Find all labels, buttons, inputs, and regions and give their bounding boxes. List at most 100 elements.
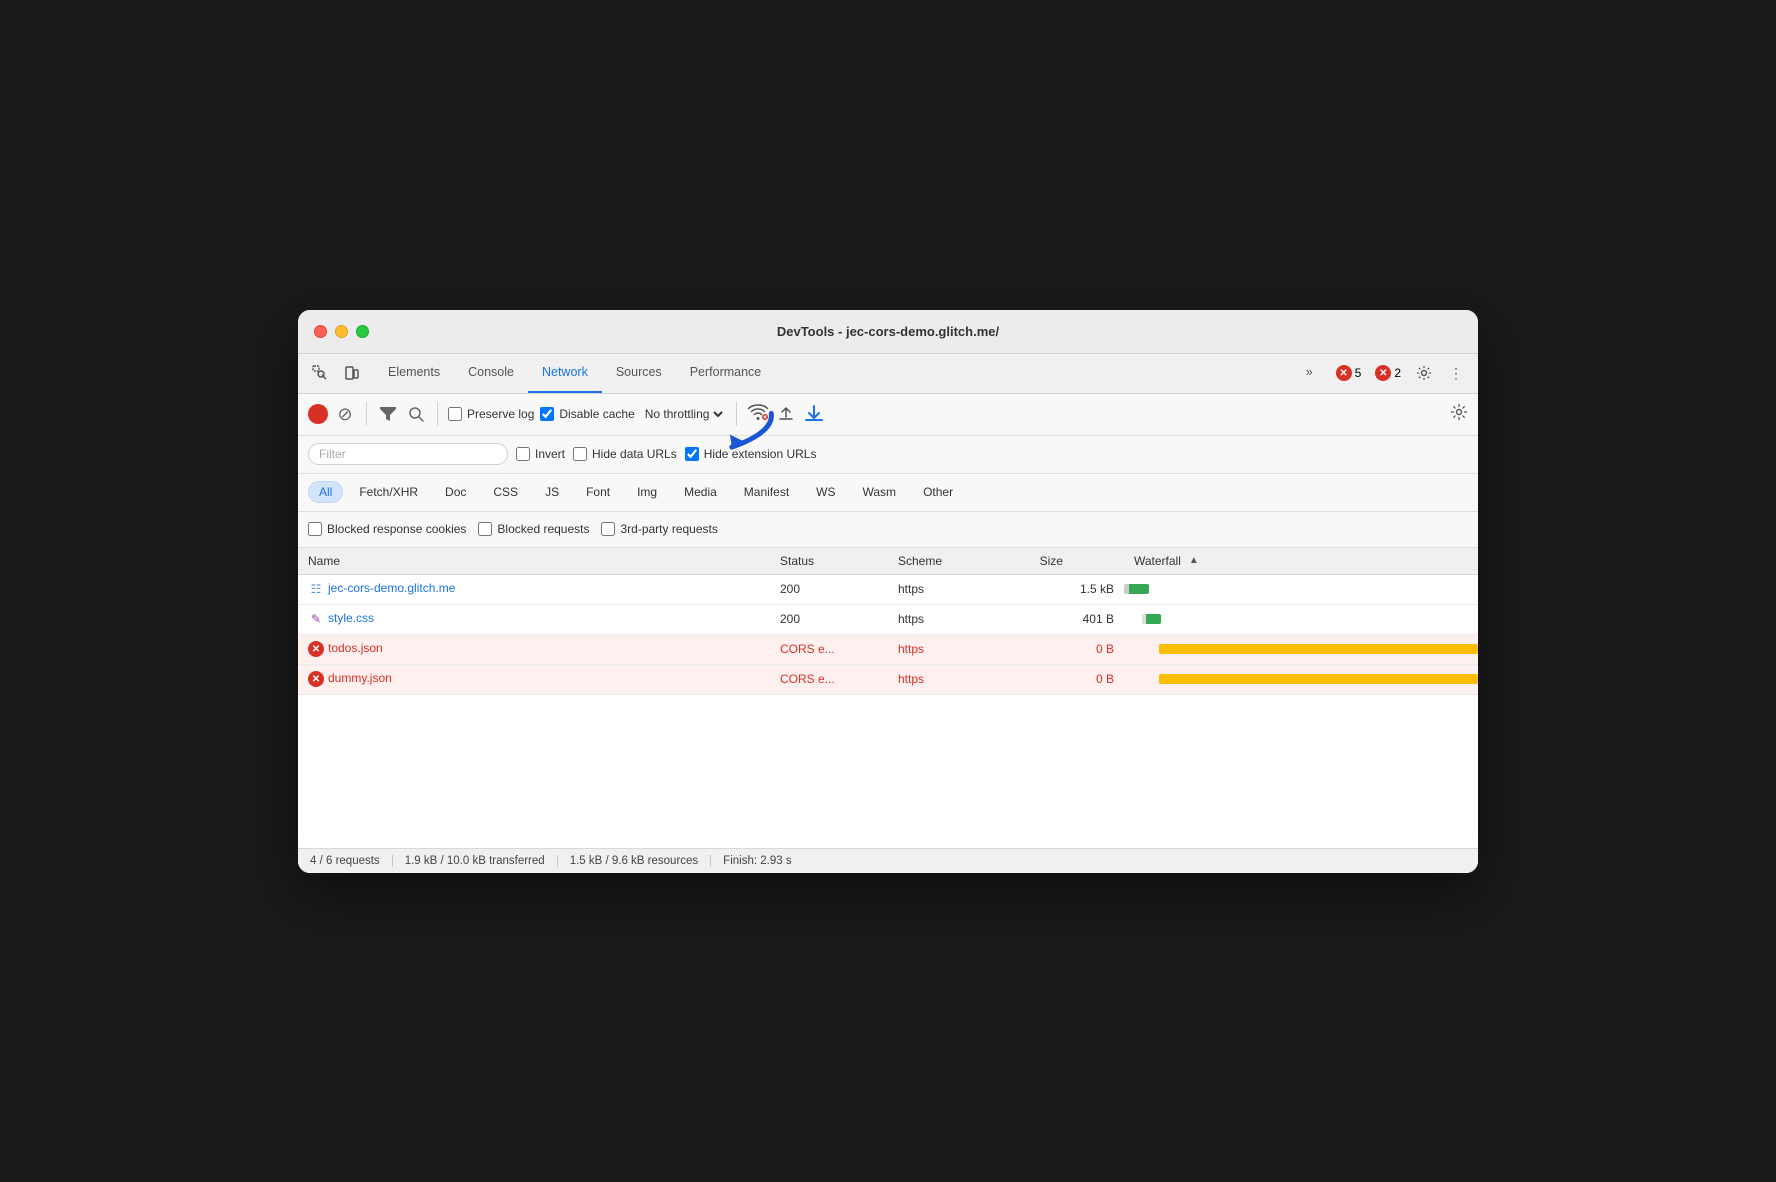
- cell-status: 200: [770, 574, 888, 604]
- device-toolbar-icon[interactable]: [338, 359, 366, 387]
- filter-input[interactable]: [308, 443, 508, 465]
- type-filter-manifest[interactable]: Manifest: [733, 481, 800, 503]
- inspect-element-icon[interactable]: [306, 359, 334, 387]
- type-filter-doc[interactable]: Doc: [434, 481, 477, 503]
- network-conditions-icon[interactable]: [747, 403, 769, 426]
- preserve-log-checkbox[interactable]: [448, 407, 462, 421]
- tab-end-icons: » ✕ 5 ✕ 2 ⋮: [1292, 353, 1470, 393]
- table-header-row: Name Status Scheme Size Waterfall ▲: [298, 548, 1478, 575]
- cell-waterfall: [1124, 664, 1478, 694]
- type-filter-bar: All Fetch/XHR Doc CSS JS Font Img Media …: [298, 474, 1478, 512]
- filter-icon[interactable]: [377, 403, 399, 425]
- cell-scheme: https: [888, 574, 1030, 604]
- type-filter-other[interactable]: Other: [912, 481, 964, 503]
- type-filter-media[interactable]: Media: [673, 481, 728, 503]
- more-options-icon[interactable]: ⋮: [1442, 359, 1470, 387]
- cell-status: 200: [770, 604, 888, 634]
- table-row[interactable]: ✕dummy.jsonCORS e...https0 B: [298, 664, 1478, 694]
- col-size[interactable]: Size: [1030, 548, 1124, 575]
- search-icon[interactable]: [405, 403, 427, 425]
- cell-size: 0 B: [1030, 634, 1124, 664]
- status-finish: Finish: 2.93 s: [711, 855, 803, 867]
- cell-size: 1.5 kB: [1030, 574, 1124, 604]
- cell-name[interactable]: ✕todos.json: [298, 634, 770, 664]
- status-transferred: 1.9 kB / 10.0 kB transferred: [393, 855, 558, 867]
- throttle-select[interactable]: No throttling Fast 3G Slow 3G: [641, 406, 726, 422]
- cell-size: 0 B: [1030, 664, 1124, 694]
- error-circle-icon: ✕: [308, 641, 324, 657]
- traffic-lights: [314, 325, 369, 338]
- status-requests: 4 / 6 requests: [310, 855, 393, 867]
- third-party-checkbox[interactable]: [601, 522, 615, 536]
- throttle-selector[interactable]: No throttling Fast 3G Slow 3G: [641, 406, 726, 422]
- upload-icon[interactable]: [775, 403, 797, 425]
- blocked-requests-checkbox[interactable]: [478, 522, 492, 536]
- status-resources: 1.5 kB / 9.6 kB resources: [558, 855, 711, 867]
- filter-bar: Invert Hide data URLs Hide extension URL…: [298, 436, 1478, 474]
- blocked-bar: Blocked response cookies Blocked request…: [298, 512, 1478, 548]
- blocked-cookies-label[interactable]: Blocked response cookies: [308, 522, 466, 536]
- table-row[interactable]: ✎style.css200https401 B: [298, 604, 1478, 634]
- maximize-button[interactable]: [356, 325, 369, 338]
- tab-console[interactable]: Console: [454, 353, 528, 393]
- error-icon-2: ✕: [1375, 365, 1391, 381]
- tab-elements[interactable]: Elements: [374, 353, 454, 393]
- table-row[interactable]: ✕todos.jsonCORS e...https0 B: [298, 634, 1478, 664]
- type-filter-js[interactable]: JS: [534, 481, 570, 503]
- blocked-cookies-checkbox[interactable]: [308, 522, 322, 536]
- cell-scheme: https: [888, 604, 1030, 634]
- devtools-body: Elements Console Network Sources Perform…: [298, 354, 1478, 873]
- devtools-window: DevTools - jec-cors-demo.glitch.me/: [298, 310, 1478, 873]
- error-badge-1[interactable]: ✕ 5: [1331, 363, 1367, 383]
- col-name[interactable]: Name: [298, 548, 770, 575]
- close-button[interactable]: [314, 325, 327, 338]
- preserve-log-label[interactable]: Preserve log: [448, 407, 534, 421]
- cell-name[interactable]: ☷jec-cors-demo.glitch.me: [298, 574, 770, 604]
- tab-more[interactable]: »: [1292, 353, 1327, 393]
- cell-waterfall: [1124, 574, 1478, 604]
- table-row[interactable]: ☷jec-cors-demo.glitch.me200https1.5 kB: [298, 574, 1478, 604]
- type-filter-fetch[interactable]: Fetch/XHR: [348, 481, 429, 503]
- disable-cache-checkbox[interactable]: [540, 407, 554, 421]
- cell-scheme: https: [888, 664, 1030, 694]
- type-filter-css[interactable]: CSS: [482, 481, 529, 503]
- type-filter-ws[interactable]: WS: [805, 481, 846, 503]
- type-filter-img[interactable]: Img: [626, 481, 668, 503]
- cell-name[interactable]: ✎style.css: [298, 604, 770, 634]
- invert-label[interactable]: Invert: [516, 447, 565, 461]
- status-bar: 4 / 6 requests 1.9 kB / 10.0 kB transfer…: [298, 848, 1478, 873]
- type-filter-all[interactable]: All: [308, 481, 343, 503]
- hide-extension-urls-label[interactable]: Hide extension URLs: [685, 447, 817, 461]
- col-scheme[interactable]: Scheme: [888, 548, 1030, 575]
- col-waterfall[interactable]: Waterfall ▲: [1124, 548, 1478, 575]
- error-circle-icon: ✕: [308, 671, 324, 687]
- blocked-requests-label[interactable]: Blocked requests: [478, 522, 589, 536]
- tab-performance[interactable]: Performance: [676, 353, 776, 393]
- doc-icon: ☷: [308, 581, 324, 597]
- cell-name[interactable]: ✕dummy.json: [298, 664, 770, 694]
- tab-network[interactable]: Network: [528, 353, 602, 393]
- network-toolbar: ⊘ Preserve log Disable cache: [298, 394, 1478, 436]
- record-button[interactable]: [308, 404, 328, 424]
- download-icon[interactable]: [803, 403, 825, 425]
- tab-bar-icons: [306, 359, 366, 387]
- clear-button[interactable]: ⊘: [334, 403, 356, 425]
- type-filter-wasm[interactable]: Wasm: [852, 481, 908, 503]
- type-filter-font[interactable]: Font: [575, 481, 621, 503]
- invert-checkbox[interactable]: [516, 447, 530, 461]
- col-status[interactable]: Status: [770, 548, 888, 575]
- hide-extension-urls-checkbox[interactable]: [685, 447, 699, 461]
- disable-cache-label[interactable]: Disable cache: [540, 407, 634, 421]
- network-table-wrapper: Name Status Scheme Size Waterfall ▲: [298, 548, 1478, 848]
- tab-sources[interactable]: Sources: [602, 353, 676, 393]
- third-party-label[interactable]: 3rd-party requests: [601, 522, 717, 536]
- window-title: DevTools - jec-cors-demo.glitch.me/: [777, 324, 999, 339]
- hide-data-urls-checkbox[interactable]: [573, 447, 587, 461]
- minimize-button[interactable]: [335, 325, 348, 338]
- error-badge-2[interactable]: ✕ 2: [1370, 363, 1406, 383]
- hide-data-urls-label[interactable]: Hide data URLs: [573, 447, 677, 461]
- tab-bar: Elements Console Network Sources Perform…: [298, 354, 1478, 394]
- cell-status: CORS e...: [770, 664, 888, 694]
- network-settings-icon[interactable]: [1450, 403, 1468, 426]
- settings-gear-icon[interactable]: [1410, 359, 1438, 387]
